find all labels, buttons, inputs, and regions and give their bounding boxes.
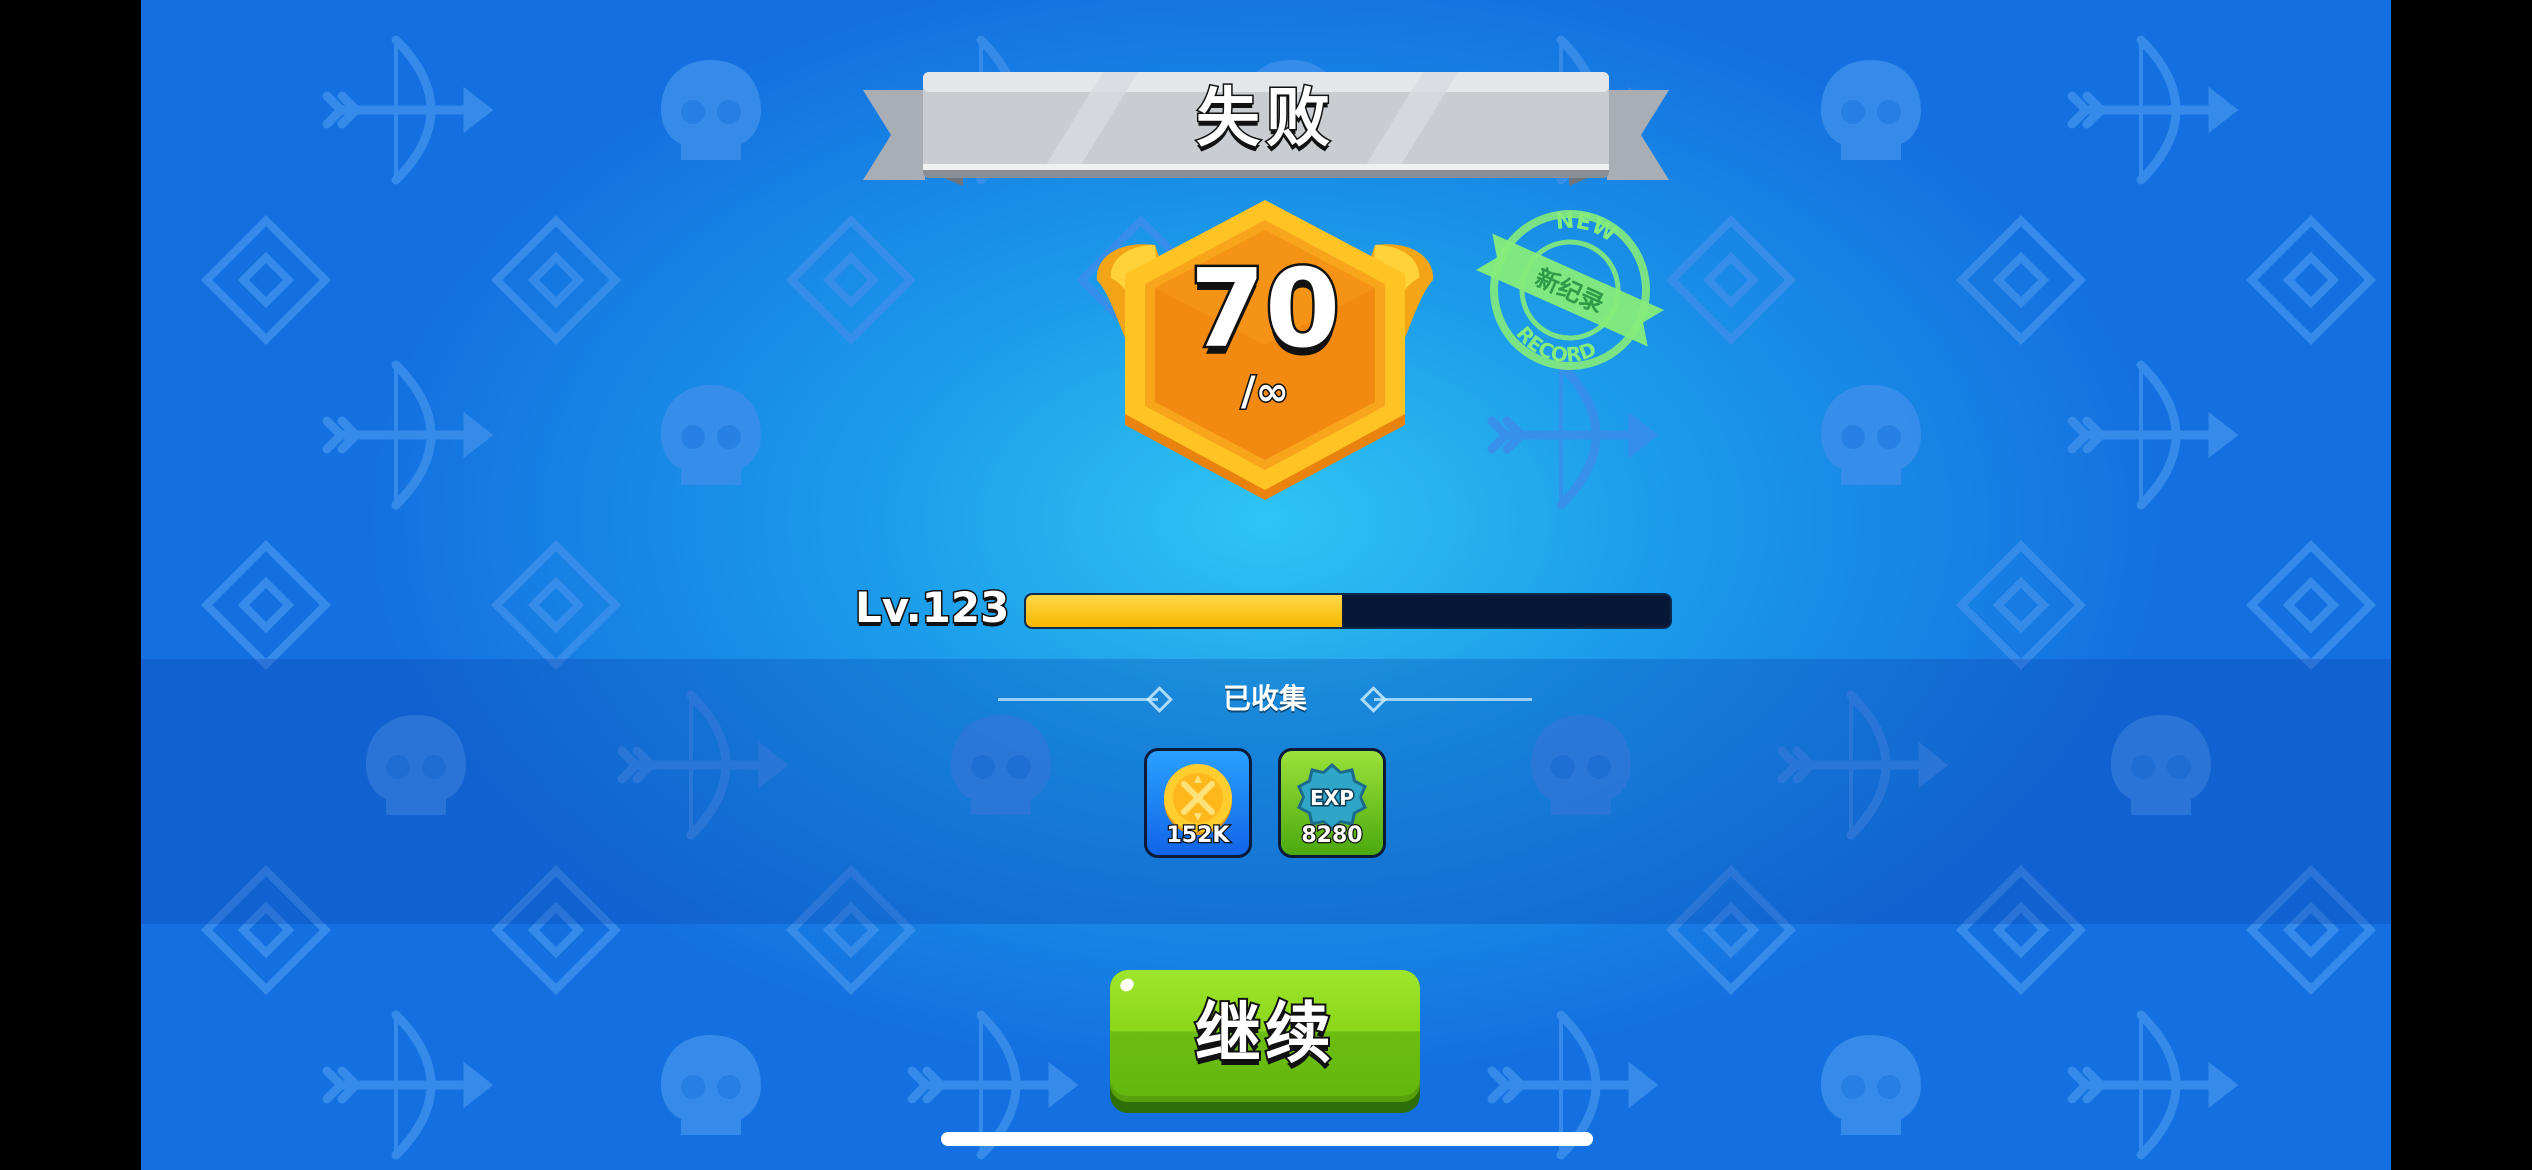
exp-amount: 8280 — [1300, 822, 1364, 850]
continue-button[interactable]: 继续 — [1110, 970, 1420, 1113]
new-record-stamp: NEW RECORD 新纪录 — [1475, 203, 1665, 376]
level-progress-bar — [1024, 593, 1672, 629]
result-ribbon: 失败 — [863, 60, 1669, 200]
collected-divider-left — [998, 698, 1158, 701]
level-label: Lv.123 — [853, 582, 1010, 634]
collected-title: 已收集 — [1222, 682, 1307, 715]
level-progress-fill — [1026, 595, 1342, 627]
collected-divider-right — [1374, 698, 1532, 701]
score-value: 70 — [1187, 247, 1342, 372]
svg-text:EXP: EXP — [1310, 786, 1354, 810]
reward-coin-tile: 152K — [1144, 748, 1252, 858]
reward-exp-tile: EXP 8280 — [1278, 748, 1386, 858]
result-title: 失败 — [1195, 81, 1336, 158]
continue-button-label: 继续 — [1193, 993, 1335, 1074]
home-indicator — [941, 1132, 1593, 1146]
score-limit: /∞ — [1240, 368, 1291, 417]
coin-amount: 152K — [1165, 822, 1230, 850]
